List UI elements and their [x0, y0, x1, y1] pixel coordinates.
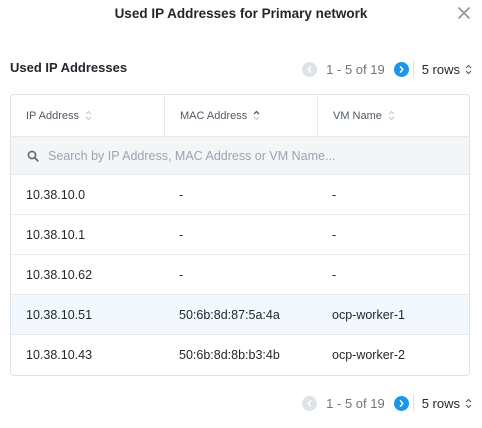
close-button[interactable]: [456, 5, 472, 21]
chevron-left-icon: [307, 65, 312, 73]
search-input[interactable]: [48, 148, 448, 163]
cell-ip-address: 10.38.10.1: [26, 227, 86, 242]
rows-per-page-label: 5 rows: [421, 395, 460, 411]
column-header-label: VM Name: [333, 109, 382, 122]
column-header-ip-address[interactable]: IP Address: [11, 95, 164, 136]
column-header-label: IP Address: [26, 109, 79, 122]
rows-per-page-select[interactable]: 5 rows: [422, 62, 472, 77]
section-title: Used IP Addresses: [10, 60, 128, 75]
cell-vm-name: ocp-worker-1: [332, 307, 405, 322]
cell-vm-name: -: [332, 227, 337, 242]
modal-title: Used IP Addresses for Primary network: [114, 6, 368, 21]
cell-mac-address: -: [179, 267, 184, 282]
cell-ip-address: 10.38.10.51: [26, 307, 93, 322]
cell-mac-address: -: [179, 187, 184, 202]
chevron-left-icon: [307, 399, 312, 407]
next-page-button[interactable]: [393, 61, 409, 77]
rows-per-page-select[interactable]: 5 rows: [422, 396, 472, 411]
table-row[interactable]: 10.38.10.62 - -: [11, 255, 469, 295]
sort-icon: [388, 110, 395, 121]
prev-page-button[interactable]: [302, 61, 318, 77]
chevron-right-icon: [399, 65, 404, 73]
cell-ip-address: 10.38.10.0: [26, 187, 86, 202]
page-range: 1 - 5 of 19: [326, 395, 385, 411]
prev-page-button[interactable]: [302, 395, 318, 411]
table-row[interactable]: 10.38.10.43 50:6b:8d:8b:b3:4b ocp-worker…: [11, 335, 469, 375]
close-icon: [458, 7, 470, 19]
cell-mac-address: -: [179, 227, 184, 242]
modal-header: Used IP Addresses for Primary network: [0, 0, 482, 30]
pager-divider: [412, 60, 414, 78]
cell-ip-address: 10.38.10.43: [26, 348, 93, 362]
select-caret-icon: [465, 398, 472, 409]
pager-divider: [412, 394, 414, 412]
column-header-vm-name[interactable]: VM Name: [317, 95, 469, 136]
page-range: 1 - 5 of 19: [326, 61, 385, 77]
table-row[interactable]: 10.38.10.1 - -: [11, 215, 469, 255]
column-header-mac-address[interactable]: MAC Address: [164, 95, 317, 136]
select-caret-icon: [465, 64, 472, 75]
cell-ip-address: 10.38.10.62: [26, 267, 93, 282]
table-row-hovered[interactable]: 10.38.10.51 50:6b:8d:87:5a:4a ocp-worker…: [11, 295, 469, 335]
rows-per-page-label: 5 rows: [421, 61, 460, 77]
table-header: IP Address MAC Address VM Name: [11, 95, 469, 137]
cell-mac-address: 50:6b:8d:8b:b3:4b: [179, 348, 280, 362]
sort-icon: [85, 110, 92, 121]
column-header-label: MAC Address: [180, 109, 248, 122]
cell-vm-name: ocp-worker-2: [332, 348, 405, 362]
cell-vm-name: -: [332, 267, 337, 282]
used-ip-table: IP Address MAC Address VM Name 10.38.10.…: [10, 94, 470, 376]
pagination-bottom: 1 - 5 of 19 5 rows: [302, 393, 472, 413]
next-page-button[interactable]: [393, 395, 409, 411]
chevron-right-icon: [399, 399, 404, 407]
search-icon: [27, 150, 39, 162]
sort-ascending-icon: [253, 110, 260, 121]
table-search: [11, 137, 469, 175]
cell-mac-address: 50:6b:8d:87:5a:4a: [179, 307, 280, 322]
cell-vm-name: -: [332, 187, 337, 202]
table-row[interactable]: 10.38.10.0 - -: [11, 175, 469, 215]
pagination-top: 1 - 5 of 19 5 rows: [302, 59, 472, 79]
